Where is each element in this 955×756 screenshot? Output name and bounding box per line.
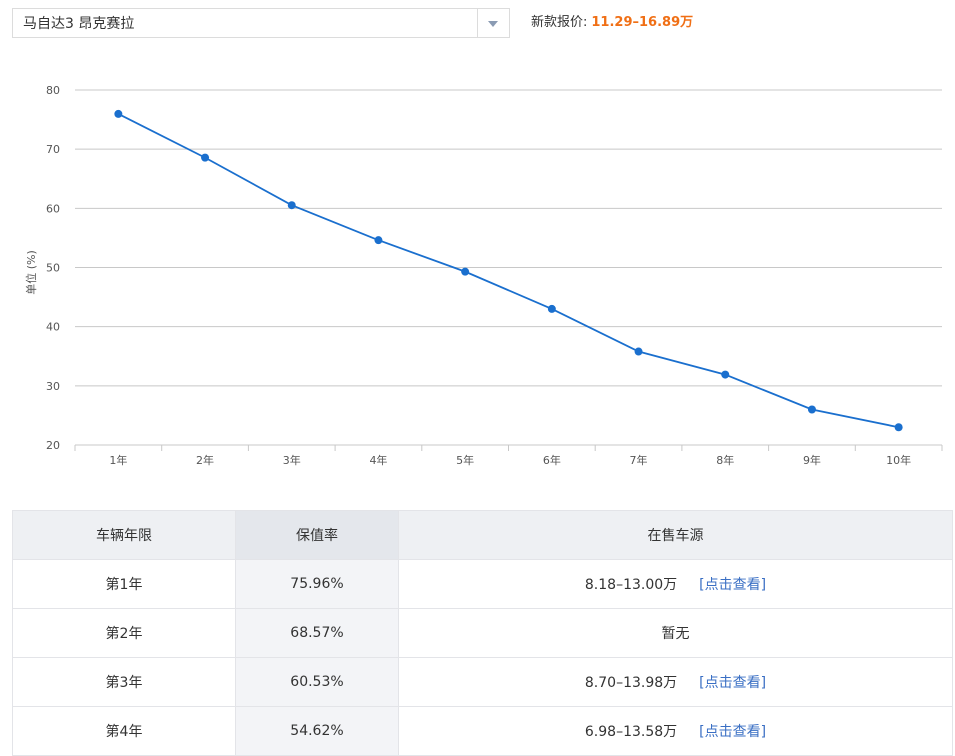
header-rate: 保值率 (235, 510, 399, 560)
model-select[interactable]: 马自达3 昂克赛拉 (12, 8, 510, 38)
y-tick-label: 30 (46, 380, 60, 393)
x-tick-label: 8年 (716, 453, 734, 467)
retention-chart-svg: 20 30 40 50 60 70 80 1年 2年 3年 4年 5年 6年 7年 8年 9年 10年 单位 (%… (24, 84, 943, 467)
data-point (721, 370, 730, 379)
data-point (894, 423, 903, 432)
cell-source: 暂无 (398, 608, 953, 658)
y-tick-label: 40 (46, 321, 60, 334)
data-point (547, 304, 556, 313)
y-tick-label: 80 (46, 84, 60, 97)
table-row: 第4年 54.62% 6.98–13.58万 [点击查看] (12, 706, 953, 756)
table-row: 第2年 68.57% 暂无 (12, 608, 953, 658)
y-axis-label: 单位 (%) (24, 250, 38, 295)
y-tick-label: 60 (46, 202, 60, 215)
source-range: 8.70–13.98万 (584, 675, 678, 691)
new-price-label: 新款报价: (531, 15, 588, 30)
x-tick-label: 5年 (456, 453, 474, 467)
table-row: 第1年 75.96% 8.18–13.00万 [点击查看] (12, 559, 953, 609)
cell-rate: 60.53% (235, 657, 399, 707)
x-tick-label: 1年 (109, 453, 127, 467)
cell-source: 8.18–13.00万 [点击查看] (398, 559, 953, 609)
source-range: 6.98–13.58万 (584, 724, 678, 740)
series-line (117, 113, 899, 429)
cell-year: 第2年 (12, 608, 236, 658)
x-tick-label: 10年 (886, 453, 911, 467)
x-tick-label: 7年 (630, 453, 648, 467)
y-tick-label: 70 (46, 143, 60, 156)
x-tick-label: 3年 (283, 453, 301, 467)
x-tick-label: 9年 (803, 453, 821, 467)
table-header-row: 车辆年限 保值率 在售车源 (12, 510, 953, 560)
cell-rate: 68.57% (235, 608, 399, 658)
cell-rate: 75.96% (235, 559, 399, 609)
source-range: 8.18–13.00万 (584, 577, 678, 593)
header-source: 在售车源 (398, 510, 953, 560)
cell-year: 第1年 (12, 559, 236, 609)
cell-year: 第4年 (12, 706, 236, 756)
new-price-value: 11.29–16.89万 (591, 15, 694, 30)
new-price: 新款报价: 11.29–16.89万 (531, 14, 693, 32)
data-point (114, 109, 123, 118)
view-link[interactable]: [点击查看] (699, 724, 766, 740)
y-tick-label: 50 (46, 262, 60, 275)
table-row: 第3年 60.53% 8.70–13.98万 [点击查看] (12, 657, 953, 707)
data-point (287, 201, 296, 210)
dropdown-toggle[interactable] (477, 9, 509, 37)
x-tick-label: 6年 (543, 453, 561, 467)
chevron-down-icon (488, 21, 498, 27)
cell-rate: 54.62% (235, 706, 399, 756)
source-range: 暂无 (661, 626, 690, 642)
cell-source: 6.98–13.58万 [点击查看] (398, 706, 953, 756)
x-tick-label: 2年 (196, 453, 214, 467)
header-year: 车辆年限 (12, 510, 236, 560)
view-link[interactable]: [点击查看] (699, 675, 766, 691)
retention-chart: 20 30 40 50 60 70 80 1年 2年 3年 4年 5年 6年 7年 8年 9年 10年 单位 (%… (0, 70, 955, 480)
data-point (201, 153, 210, 162)
data-point (807, 405, 816, 414)
view-link[interactable]: [点击查看] (699, 577, 766, 593)
data-point (374, 236, 383, 245)
cell-source: 8.70–13.98万 [点击查看] (398, 657, 953, 707)
retention-table: 车辆年限 保值率 在售车源 第1年 75.96% 8.18–13.00万 [点击查… (12, 510, 953, 756)
data-point (634, 347, 643, 356)
y-tick-label: 20 (46, 439, 60, 452)
x-tick-label: 4年 (369, 453, 387, 467)
cell-year: 第3年 (12, 657, 236, 707)
data-point (461, 267, 470, 276)
model-select-value: 马自达3 昂克赛拉 (23, 16, 135, 32)
